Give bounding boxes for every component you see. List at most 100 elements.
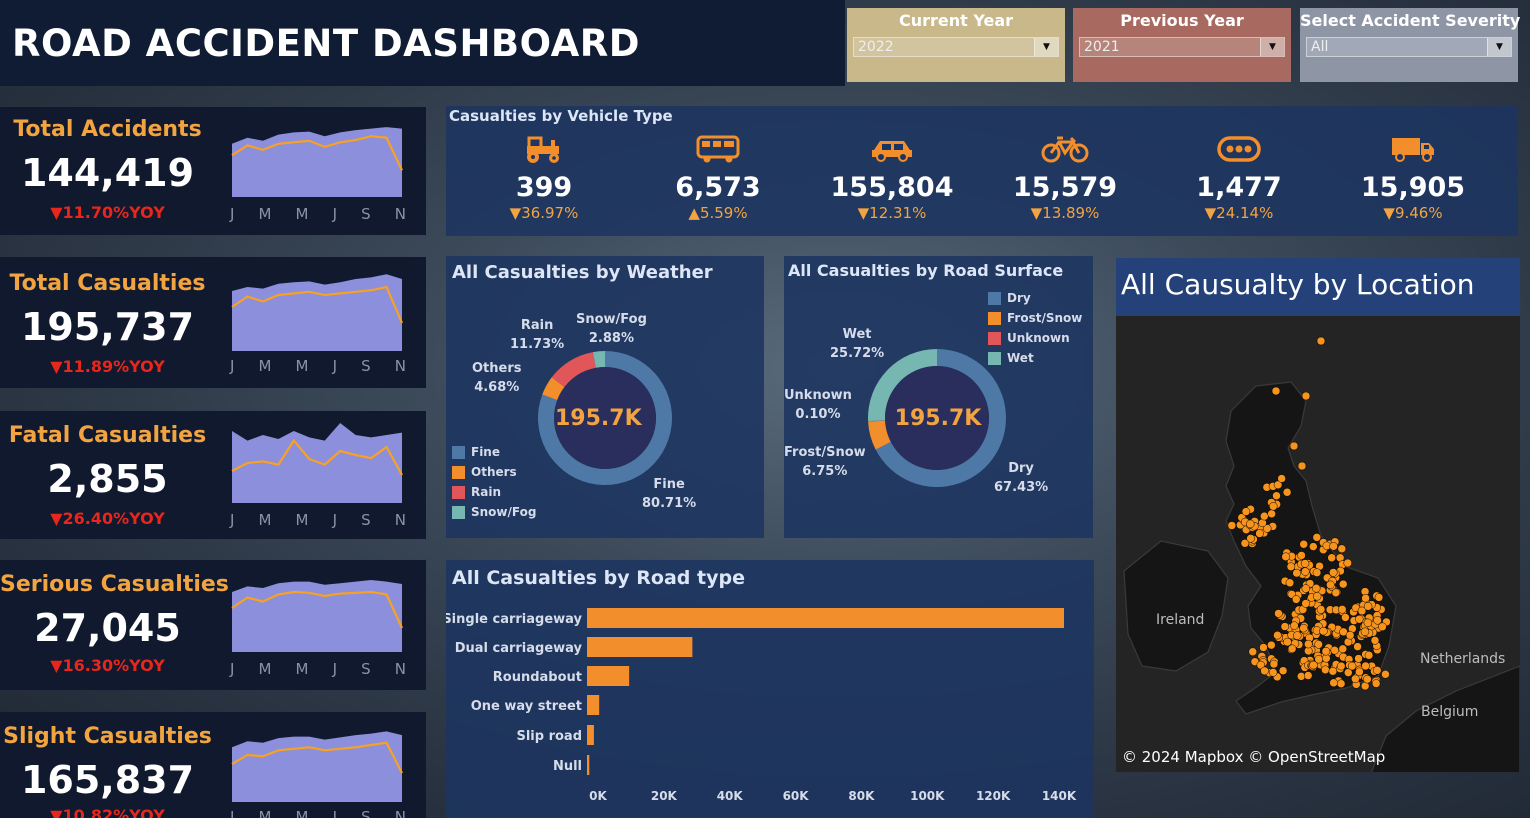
legend-item[interactable]: Others [452,462,536,482]
chevron-down-icon[interactable]: ▼ [1487,38,1511,56]
severity-label: Select Accident Severity [1300,11,1521,30]
chevron-down-icon[interactable]: ▼ [1260,38,1284,56]
kpi-total-casualties[interactable]: Total Casualties 195,737 ▼11.89%YOY J M M J… [0,257,426,388]
vehicle-value: 6,573 [675,172,761,203]
casualty-point [1269,502,1278,511]
previous-year-filter[interactable]: Previous Year 2021 ▼ [1073,8,1291,82]
kpi-yoy: ▼11.70%YOY [50,203,165,222]
chevron-down-icon[interactable]: ▼ [1034,38,1058,56]
casualty-point [1336,679,1346,688]
surface-label-unknown: Unknown 0.10% [784,388,852,422]
bar-category-label: Null [553,759,582,774]
month-label: J [332,205,338,223]
casualty-point [1360,627,1370,637]
legend-item[interactable]: Unknown [988,328,1082,348]
legend-item[interactable]: Snow/Fog [452,502,536,522]
casualty-point [1374,593,1384,602]
previous-year-label: Previous Year [1120,11,1244,30]
month-label: N [394,205,406,223]
casualty-point [1316,605,1326,614]
vehicle-item-truck[interactable]: 15,905 ▼9.46% [1333,132,1493,222]
legend-item[interactable]: Fine [452,442,536,462]
previous-year-select[interactable]: 2021 ▼ [1079,37,1285,57]
month-label: J [332,808,338,818]
sparkline-chart [231,580,403,652]
month-label: S [361,205,371,223]
map-title: All Causualty by Location [1121,268,1475,301]
vehicle-pct: ▼36.97% [509,204,579,222]
current-year-select[interactable]: 2022 ▼ [853,37,1059,57]
month-axis: JMMJSN [228,660,408,678]
casualty-point [1316,336,1326,346]
casualty-point [1330,646,1339,655]
vehicle-item-bicycle[interactable]: 15,579 ▼13.89% [985,132,1145,222]
casualty-point [1267,640,1276,650]
vehicle-type-panel: Casualties by Vehicle Type 399 ▼36.97% 6… [446,106,1518,236]
month-axis: JMMJSN [228,357,408,375]
casualty-point [1271,386,1281,396]
casualty-point [1246,534,1255,543]
casualty-point [1246,519,1255,529]
current-year-filter[interactable]: Current Year 2022 ▼ [847,8,1065,82]
vehicle-value: 15,579 [1012,172,1118,203]
vehicle-pct: ▼24.14% [1204,204,1274,222]
legend-item[interactable]: Rain [452,482,536,502]
month-label: J [230,205,235,223]
vehicle-item-bus[interactable]: 6,573 ▲5.59% [638,132,798,222]
current-year-label: Current Year [898,11,1014,30]
vehicle-pct: ▼13.89% [1030,204,1100,222]
casualty-point [1329,678,1338,688]
kpi-fatal-casualties[interactable]: Fatal Casualties 2,855 ▼26.40%YOY J M M J S N [0,411,426,539]
month-label: M [295,357,309,375]
x-tick-label: 100K [910,789,945,803]
severity-select[interactable]: All ▼ [1306,37,1512,57]
month-label: N [394,660,406,678]
weather-label-fine: Fine 80.71% [642,477,697,511]
road-type-bar-chart[interactable]: Single carriageway Dual carriageway Rounda… [446,560,1094,818]
month-label: N [394,357,406,375]
kpi-yoy: ▼10.82%YOY [50,806,165,818]
bar-single-carriageway [587,608,1064,628]
casualty-point [1311,584,1321,593]
vehicle-item-other[interactable]: 1,477 ▼24.14% [1159,132,1319,222]
casualty-point [1241,507,1251,516]
casualty-point [1312,533,1322,542]
casualty-point [1260,511,1269,521]
kpi-value: 27,045 [34,606,181,650]
casualty-point [1273,630,1282,640]
casualty-point [1329,542,1338,551]
casualty-point [1351,674,1360,684]
ireland-landmass [1123,540,1229,672]
bar-one-way-street [587,695,600,715]
kpi-total-accidents[interactable]: Total Accidents 144,419 ▼11.70%YOY J M M J S… [0,107,426,235]
casualty-point [1259,643,1268,652]
casualty-point [1338,644,1348,654]
casualty-point [1354,654,1363,663]
sparkline-chart [231,127,403,197]
x-tick-label: 60K [783,789,810,803]
casualty-point [1353,642,1362,651]
casualty-point [1299,623,1308,633]
map-label-ireland: Ireland [1156,612,1205,628]
bar-category-label: Slip road [516,729,582,744]
casualty-point [1355,667,1364,677]
surface-legend: Dry Frost/Snow Unknown Wet [988,288,1082,368]
bar-category-label: Dual carriageway [455,641,583,656]
severity-filter[interactable]: Select Accident Severity All ▼ [1300,8,1521,82]
vehicle-item-tractor[interactable]: 399 ▼36.97% [464,132,624,222]
dashboard-title: ROAD ACCIDENT DASHBOARD [12,22,640,65]
casualty-point [1293,631,1302,640]
sparkline-chart [231,731,403,802]
vehicle-item-car[interactable]: 155,804 ▼12.31% [812,132,972,222]
month-label: S [361,357,371,375]
legend-item[interactable]: Wet [988,348,1082,368]
kpi-serious-casualties[interactable]: Serious Casualties 27,045 ▼16.30%YOY J M M… [0,560,426,690]
casualty-point [1285,578,1295,588]
legend-item[interactable]: Dry [988,288,1082,308]
casualty-point [1336,661,1346,671]
legend-item[interactable]: Frost/Snow [988,308,1082,328]
x-tick-label: 120K [976,789,1011,803]
kpi-slight-casualties[interactable]: Slight Casualties 165,837 ▼10.82%YOY J M M… [0,712,426,818]
casualty-map[interactable]: Ireland Netherlands Belgium © 2024 Mapbo… [1116,316,1520,772]
casualty-point [1381,670,1390,679]
